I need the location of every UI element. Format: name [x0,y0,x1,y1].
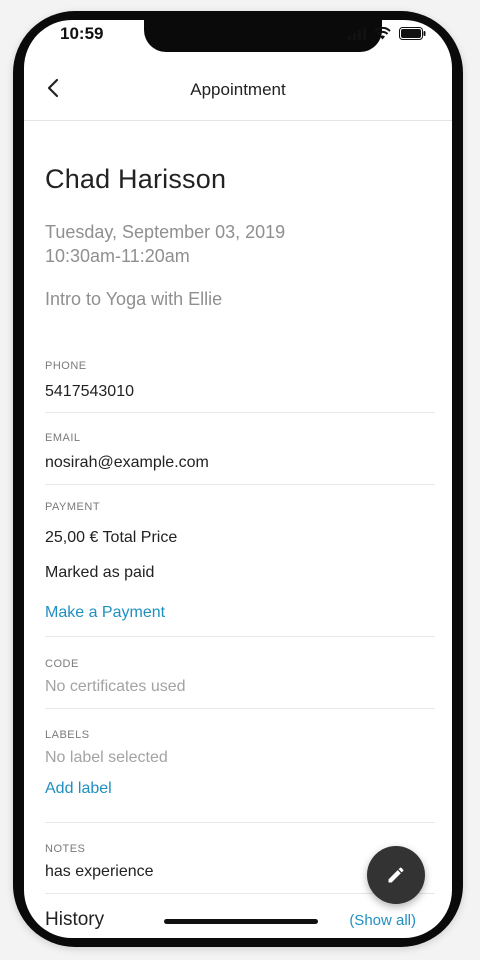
appointment-details: Chad Harisson Tuesday, September 03, 201… [45,120,435,894]
wifi-icon [374,27,391,40]
payment-status: Marked as paid [45,564,155,581]
history-title: History [45,909,105,930]
payment-label: PAYMENT [45,501,101,513]
code-value: No certificates used [45,678,186,695]
code-section: CODE No certificates used [45,658,435,709]
email-section: EMAIL nosirah@example.com [45,432,435,485]
add-label-link[interactable]: Add label [45,780,435,798]
status-icons [348,27,426,40]
phone-label: PHONE [45,360,87,372]
appointment-time: 10:30am-11:20am [45,246,190,266]
payment-total: 25,00 € Total Price [45,529,178,546]
service-name: Intro to Yoga with Ellie [45,289,223,309]
signal-icon [348,27,366,40]
show-all-link[interactable]: (Show all) [349,912,416,929]
edit-button[interactable] [367,846,425,904]
labels-value: No label selected [45,749,168,766]
notch [144,20,382,52]
page-title: Appointment [190,80,286,99]
email-value[interactable]: nosirah@example.com [45,454,435,472]
code-label: CODE [45,658,79,670]
battery-icon [399,27,426,40]
labels-label: LABELS [45,729,90,741]
phone-section: PHONE 5417543010 [45,360,435,413]
make-payment-link[interactable]: Make a Payment [45,604,435,622]
client-name: Chad Harisson [45,164,227,194]
home-indicator [164,919,318,924]
navbar: Appointment [24,60,452,121]
pencil-icon [388,867,404,883]
appointment-datetime: Tuesday, September 03, 2019 10:30am-11:2… [45,220,435,268]
status-time: 10:59 [60,24,104,43]
email-label: EMAIL [45,432,81,444]
payment-section: PAYMENT 25,00 € Total Price Marked as pa… [45,501,435,637]
phone-value[interactable]: 5417543010 [45,383,435,401]
phone-screen: 10:59 Appointment Chad Harisson Tuesday,… [24,20,452,938]
appointment-date: Tuesday, September 03, 2019 [45,222,286,242]
labels-section: LABELS No label selected Add label [45,729,435,823]
